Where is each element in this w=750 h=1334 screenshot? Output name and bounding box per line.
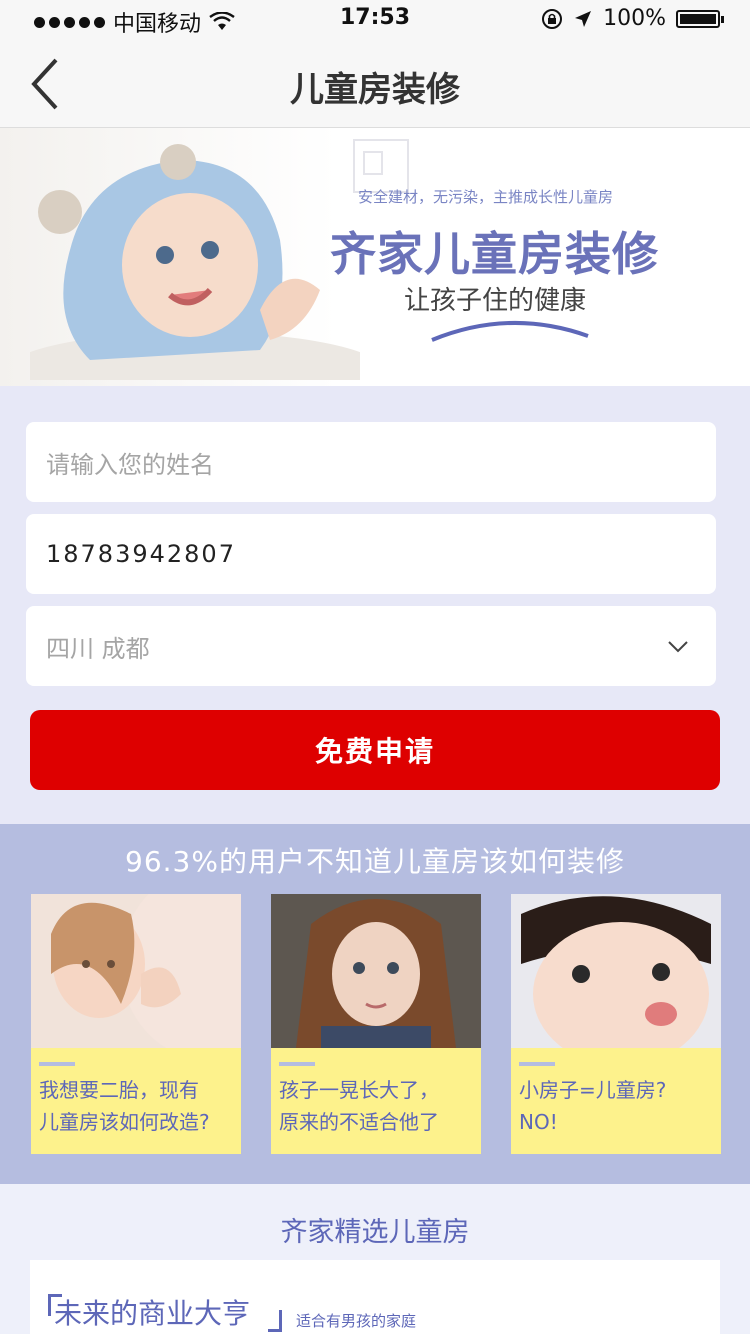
- status-right: 100%: [541, 6, 724, 31]
- city-value: 四川 成都: [46, 634, 150, 663]
- battery-label: 100%: [603, 6, 666, 31]
- info-card[interactable]: 我想要二胎，现有 儿童房该如何改造?: [31, 894, 241, 1154]
- pregnant-photo: [31, 894, 241, 1048]
- stats-heading: 96.3%的用户不知道儿童房该如何装修: [125, 845, 625, 878]
- card-accent-bar: [39, 1062, 75, 1066]
- hero-banner: 安全建材，无污染，主推成长性儿童房 齐家儿童房装修 让孩子住的健康: [0, 128, 750, 386]
- card-accent-bar: [519, 1062, 555, 1066]
- room-card[interactable]: 未来的商业大亨 适合有男孩的家庭: [30, 1260, 720, 1334]
- card-line: 孩子一晃长大了，: [279, 1078, 439, 1102]
- lock-rotation-icon: [542, 8, 563, 29]
- banner-slogan: 让孩子住的健康: [404, 286, 587, 316]
- card-line: 儿童房该如何改造?: [39, 1110, 210, 1134]
- city-select[interactable]: 四川 成都: [26, 606, 716, 686]
- card-accent-bar: [279, 1062, 315, 1066]
- card-line: 小房子=儿童房?: [519, 1078, 667, 1102]
- nav-bar: 儿童房装修: [0, 40, 750, 128]
- toddler-photo: [511, 894, 721, 1048]
- submit-button[interactable]: 免费申请: [30, 710, 720, 790]
- info-card[interactable]: 小房子=儿童房? NO!: [511, 894, 721, 1154]
- banner-headline: 齐家儿童房装修: [330, 227, 659, 281]
- phone-input[interactable]: 18783942807: [26, 514, 716, 594]
- room-title: 未来的商业大亨: [54, 1297, 251, 1330]
- location-arrow-icon: [575, 10, 592, 27]
- card-line: NO!: [519, 1110, 558, 1134]
- room-subtitle: 适合有男孩的家庭: [296, 1312, 417, 1330]
- stats-section: 96.3%的用户不知道儿童房该如何装修 我想要二胎，现有 儿童房该如何改造? 孩…: [0, 824, 750, 1184]
- banner-subtitle: 安全建材，无污染，主推成长性儿童房: [358, 188, 614, 206]
- baby-photo: [30, 144, 360, 380]
- dropdown-chevron-icon: [668, 641, 688, 653]
- rooms-heading: 齐家精选儿童房: [280, 1217, 470, 1248]
- application-form: 请输入您的姓名 18783942807 四川 成都 免费申请: [0, 386, 750, 824]
- battery-icon: [676, 9, 724, 28]
- card-line: 我想要二胎，现有: [39, 1078, 199, 1102]
- page-title: 儿童房装修: [290, 70, 460, 110]
- bracket-decoration: [268, 1310, 282, 1332]
- name-input[interactable]: 请输入您的姓名: [26, 422, 716, 502]
- status-bar: 中国移动 17:53 100%: [0, 0, 750, 40]
- card-text: 小房子=儿童房? NO!: [519, 1074, 715, 1138]
- info-card[interactable]: 孩子一晃长大了， 原来的不适合他了: [271, 894, 481, 1154]
- selected-rooms-section: 齐家精选儿童房 未来的商业大亨 适合有男孩的家庭: [0, 1184, 750, 1334]
- card-line: 原来的不适合他了: [279, 1110, 439, 1134]
- card-text: 孩子一晃长大了， 原来的不适合他了: [279, 1074, 475, 1138]
- girl-photo: [271, 894, 481, 1048]
- card-text: 我想要二胎，现有 儿童房该如何改造?: [39, 1074, 235, 1138]
- swoosh-decoration: [431, 320, 589, 342]
